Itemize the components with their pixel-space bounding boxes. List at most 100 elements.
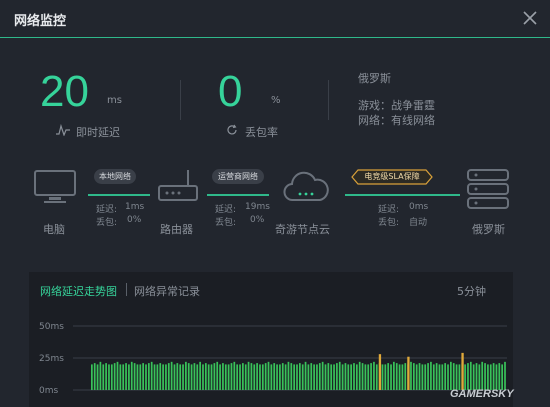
latency-bar — [170, 361, 173, 390]
latency-bar — [452, 363, 455, 390]
latency-bar — [495, 364, 498, 390]
latency-bar — [210, 364, 213, 390]
latency-bar — [489, 364, 492, 390]
latency-spike-bar — [461, 352, 464, 390]
latency-bar — [207, 364, 210, 390]
latency-bar — [281, 363, 284, 390]
latency-bar — [467, 363, 469, 390]
link-loss-value: 自动 — [409, 218, 428, 228]
title-bar: 网络监控 — [0, 0, 550, 38]
latency-bar — [173, 364, 176, 390]
latency-bar — [398, 364, 401, 390]
y-tick-label: 50ms — [39, 322, 64, 332]
latency-bar — [179, 364, 182, 390]
node-cloud-label: 奇游节点云 — [275, 223, 330, 236]
latency-bar — [133, 363, 136, 390]
latency-bar — [344, 363, 347, 390]
server-icon — [467, 169, 509, 209]
tab-anomaly-log[interactable]: 网络异常记录 — [134, 283, 200, 299]
latency-chart: 50ms 25ms 0ms — [39, 322, 507, 396]
latency-bar — [381, 364, 384, 390]
latency-bar — [110, 364, 113, 390]
link-line-sla — [345, 194, 460, 196]
latency-bar — [350, 364, 352, 390]
pulse-icon — [56, 124, 70, 136]
latency-bar — [390, 364, 392, 390]
latency-bar — [290, 363, 293, 390]
latency-bar — [91, 364, 93, 390]
latency-bar — [435, 363, 438, 390]
latency-bar — [387, 363, 390, 390]
latency-bar — [498, 363, 501, 390]
latency-bar — [219, 364, 221, 390]
latency-bar — [321, 361, 324, 390]
packet-loss-label: 丢包率 — [245, 126, 278, 139]
latency-bar — [116, 361, 119, 390]
computer-icon — [34, 170, 76, 203]
latency-bar — [244, 364, 247, 390]
latency-bar — [185, 361, 187, 390]
time-range[interactable]: 5分钟 — [457, 283, 486, 299]
latency-bar — [236, 364, 239, 390]
latency-bar — [327, 363, 330, 390]
latency-bar — [99, 361, 102, 390]
latency-bar — [162, 364, 164, 390]
latency-bar — [216, 361, 219, 390]
latency-bar — [108, 364, 110, 390]
latency-bar — [227, 364, 230, 390]
tab-latency-trend[interactable]: 网络延迟走势图 — [40, 283, 117, 299]
latency-bar — [256, 363, 258, 390]
latency-bar — [355, 364, 358, 390]
latency-bar — [150, 361, 153, 390]
latency-bar — [418, 363, 421, 390]
latency-bar — [333, 364, 335, 390]
latency-bar — [404, 363, 407, 390]
latency-bar — [393, 361, 395, 390]
latency-bar — [113, 363, 116, 390]
latency-bar — [370, 363, 372, 390]
latency-bar — [430, 361, 432, 390]
latency-bar — [341, 364, 344, 390]
latency-bar — [130, 361, 133, 390]
link-loss-value: 0% — [127, 215, 142, 225]
latency-bar — [458, 364, 461, 390]
latency-value: 20 — [40, 67, 89, 116]
latency-bar — [261, 364, 264, 390]
latency-bar — [401, 364, 404, 390]
link-delay-label: 延迟: — [96, 205, 118, 215]
latency-bar — [475, 363, 478, 390]
link-delay-value: 1ms — [125, 202, 145, 212]
game-info: 游戏：战争雷霆 — [358, 99, 435, 112]
latency-bar — [102, 364, 105, 390]
link-delay-value: 0ms — [409, 202, 429, 212]
latency-bar — [167, 363, 170, 390]
latency-bar — [204, 363, 207, 390]
link-loss-label: 丢包: — [215, 218, 237, 228]
latency-bar — [444, 363, 447, 390]
metric-divider — [180, 80, 181, 120]
latency-bar — [427, 363, 429, 390]
latency-bar — [358, 361, 361, 390]
latency-bar — [270, 364, 273, 390]
latency-bar — [159, 363, 162, 390]
latency-bar — [316, 364, 318, 390]
latency-bar — [239, 364, 241, 390]
latency-bar — [253, 364, 256, 390]
latency-bar — [299, 363, 301, 390]
latency-bar — [119, 364, 122, 390]
latency-bar — [142, 363, 144, 390]
link-loss-label: 丢包: — [378, 218, 400, 228]
link-badge-isp: 运营商网络 — [212, 169, 264, 184]
latency-bar — [304, 361, 307, 390]
latency-bar — [501, 364, 504, 390]
latency-bar — [441, 364, 444, 390]
latency-bar — [182, 364, 184, 390]
latency-bar — [213, 363, 216, 390]
latency-bar — [464, 364, 466, 390]
latency-bar — [313, 364, 315, 390]
latency-bar — [125, 363, 127, 390]
refresh-icon — [227, 124, 237, 135]
close-icon[interactable] — [520, 8, 540, 28]
latency-bar — [504, 361, 506, 390]
latency-bar — [276, 364, 278, 390]
